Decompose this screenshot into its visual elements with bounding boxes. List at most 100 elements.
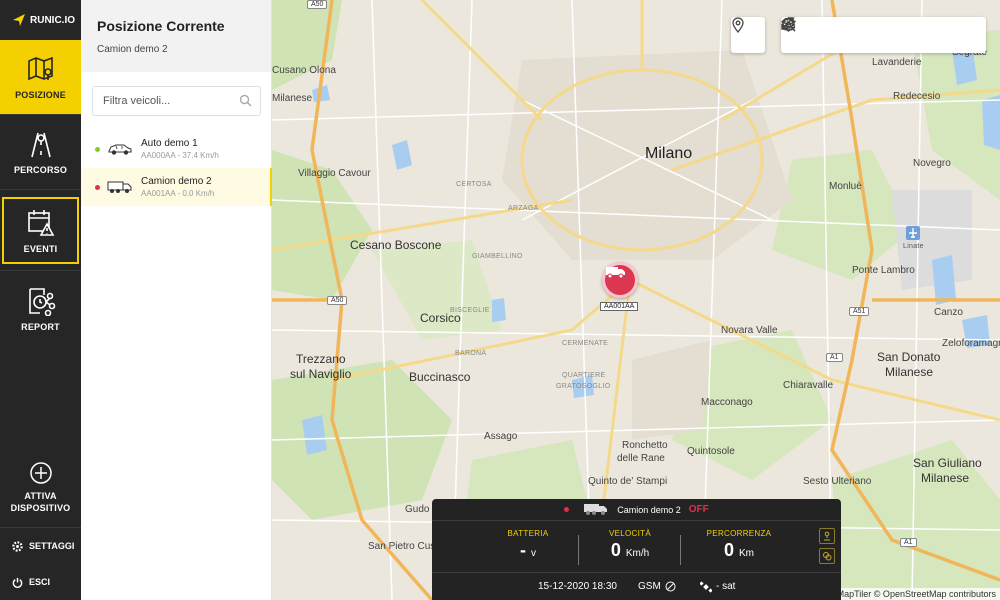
airport-icon [906, 226, 920, 240]
map-label-place: Monluè [829, 181, 862, 192]
map-label-street: QUARTIERE [562, 372, 606, 379]
map-label-place: San Giuliano [913, 456, 982, 470]
brand-name: RUNIC.IO [30, 14, 75, 26]
map-label-street: ARZAGA [508, 205, 539, 212]
map-attribution[interactable]: © MapTiler © OpenStreetMap contributors [823, 588, 1000, 600]
truck-icon [606, 267, 625, 279]
battery-metric: BATTERIA - v [478, 529, 578, 561]
activate-device-button[interactable]: ATTIVA DISPOSITIVO [0, 452, 81, 522]
map-tools-pin [731, 17, 765, 53]
car-icon [108, 144, 132, 155]
ignition-button[interactable] [819, 528, 835, 544]
map-label-place: Trezzano [296, 352, 346, 366]
map-label-place: Quinto de' Stampi [588, 476, 668, 487]
map-label-place: Zeloforamagno [942, 338, 1000, 349]
battery-unit: v [531, 548, 536, 559]
map-label-street: GRATOSOGLIO [556, 383, 611, 390]
nav-item-report[interactable]: REPORT [0, 272, 81, 346]
activate-label-2: DISPOSITIVO [10, 503, 71, 513]
last-update-datetime: 15-12-2020 18:30 [538, 581, 617, 592]
main-nav: RUNIC.IO POSIZIONE PERCORSO EVENTI REPOR… [0, 0, 81, 600]
marker-plate-label: AA001AA [600, 302, 639, 311]
map-label-street: CERMENATE [562, 340, 609, 347]
truck-icon [107, 181, 132, 193]
map-label-place: San Donato [877, 350, 941, 364]
road-shield: A1 [900, 538, 917, 547]
status-dot [564, 507, 570, 512]
settings-button[interactable]: SETTAGGI [0, 538, 81, 554]
map-label-place: sul Naviglio [290, 367, 352, 381]
map-label-place: San Pietro Cus [368, 541, 436, 552]
nav-item-posizione[interactable]: POSIZIONE [0, 40, 81, 114]
map-label-street: BARONA [455, 350, 487, 357]
logo-arrow-icon [13, 14, 25, 26]
vehicle-status-panel: Camion demo 2 OFF BATTERIA - v VELOCITÀ … [432, 499, 841, 600]
no-signal-icon [665, 581, 676, 592]
map-label-place: Milanese [921, 471, 970, 485]
map-label-place: Quintosole [687, 446, 735, 457]
map-label-place: Villaggio Cavour [298, 168, 371, 179]
report-icon [28, 288, 55, 316]
map-label-place: Novegro [913, 158, 951, 169]
map-label-place: Milanese [272, 93, 313, 104]
selected-vehicle-subtitle: Camion demo 2 [97, 44, 168, 55]
link-icon [823, 552, 832, 561]
map-label-place: Lavanderie [872, 57, 922, 68]
logout-label: ESCI [29, 577, 51, 587]
nav-item-percorso[interactable]: PERCORSO [0, 115, 81, 189]
page-title: Posizione Corrente [97, 18, 225, 34]
road-shield: A51 [849, 307, 870, 316]
fullscreen-button[interactable] [781, 17, 913, 53]
map-label-place: Gudo [405, 504, 430, 515]
speed-metric: VELOCITÀ 0 Km/h [580, 529, 680, 561]
nav-label-eventi: EVENTI [23, 243, 58, 254]
map-location-icon [27, 56, 53, 81]
joystick-icon [824, 531, 830, 541]
nav-item-eventi[interactable]: EVENTI [2, 197, 79, 264]
vehicle-list-item[interactable]: Auto demo 1 AA000AA - 37.4 Km/h [81, 130, 272, 168]
map-settings-button[interactable] [781, 17, 979, 53]
status-header: Camion demo 2 OFF [432, 499, 841, 521]
map-label-place: Redecesio [893, 91, 941, 102]
map-label-place: Ponte Lambro [852, 265, 915, 276]
search-icon[interactable] [239, 94, 252, 107]
road-shield: A50 [327, 296, 348, 305]
brand-logo[interactable]: RUNIC.IO [0, 0, 81, 40]
nav-divider [0, 189, 81, 190]
vehicle-list-item[interactable]: Camion demo 2 AA001AA - 0.0 Km/h [81, 168, 272, 206]
vehicle-name: Camion demo 2 [141, 176, 212, 187]
gear-icon [12, 540, 23, 552]
map-label-airport: Linate [903, 243, 924, 250]
satellite-indicator: - sat [700, 580, 735, 593]
map-label-place: delle Rane [617, 453, 665, 464]
link-button[interactable] [819, 548, 835, 564]
map-label-place: Buccinasco [409, 370, 471, 384]
locate-button[interactable] [731, 17, 764, 53]
map-label-place: Novara Valle [721, 325, 778, 336]
logout-button[interactable]: ESCI [0, 574, 81, 590]
status-metrics: BATTERIA - v VELOCITÀ 0 Km/h PERCORRENZA… [432, 529, 812, 569]
vehicle-map-marker[interactable] [602, 262, 638, 298]
map-label-place: Sesto Ulteriano [803, 476, 872, 487]
vehicle-panel: Posizione Corrente Camion demo 2 Auto de… [81, 0, 272, 600]
navigate-button[interactable] [781, 17, 880, 53]
truck-icon [584, 504, 608, 515]
status-dot [95, 184, 100, 190]
gsm-indicator: GSM [638, 581, 676, 592]
layers-button[interactable] [781, 17, 946, 53]
app: RUNIC.IO POSIZIONE PERCORSO EVENTI REPOR… [0, 0, 1000, 600]
map-label-place: Macconago [701, 397, 753, 408]
route-icon [30, 132, 51, 158]
map-label-place: Assago [484, 431, 518, 442]
nav-label-report: REPORT [21, 322, 60, 332]
distance-value: 0 [723, 540, 734, 560]
speed-label: VELOCITÀ [609, 529, 651, 538]
engine-state-badge: OFF [688, 504, 709, 515]
add-circle-icon [29, 462, 52, 484]
nav-divider [0, 527, 81, 528]
status-vehicle-name: Camion demo 2 [617, 504, 681, 515]
nav-label-posizione: POSIZIONE [15, 90, 66, 100]
map-label-place: Chiaravalle [783, 380, 834, 391]
zoom-out-button[interactable] [781, 17, 847, 53]
vehicle-search-input[interactable] [92, 86, 261, 116]
